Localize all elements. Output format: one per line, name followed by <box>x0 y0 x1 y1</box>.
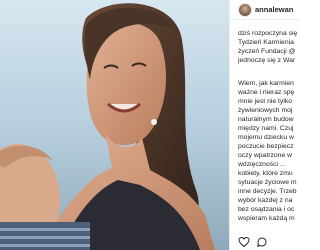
caption-line: oczy wpatrzone w <box>238 152 293 159</box>
caption-line: bez osądzania i oc <box>238 206 295 213</box>
post-actions <box>230 236 300 250</box>
caption-line: wdzięczności ... <box>238 161 286 168</box>
caption-line: ważne i nieraz spę <box>238 89 295 96</box>
caption-line: inne decyzje. Trzeb <box>238 188 297 195</box>
avatar[interactable] <box>238 3 252 17</box>
caption-line: Wiem, jak karmien <box>238 80 294 87</box>
post-side-panel: annalewan dziś rozpoczyna się Tydzień Ka… <box>229 0 300 250</box>
heart-icon[interactable] <box>238 236 250 248</box>
caption-line: wybór każdej z na <box>238 197 293 204</box>
caption-line: jednoczę się z War <box>238 57 296 64</box>
caption-line: dziś rozpoczyna się <box>238 30 298 37</box>
caption-line: mojemu dziecku w <box>238 134 294 141</box>
caption-line: żywieniowych moj <box>238 107 293 114</box>
caption-line: między nami. Czuj <box>238 125 294 132</box>
caption-line: mnie jest nie tylko <box>238 98 293 105</box>
caption-line: naturalnym budow <box>238 116 294 123</box>
photo-illustration <box>0 0 229 250</box>
username-link[interactable]: annalewan <box>255 5 293 14</box>
caption-line: wspieram każdą m <box>238 215 295 222</box>
comment-icon[interactable] <box>256 236 268 248</box>
post-header: annalewan <box>230 0 300 20</box>
caption-line: sytuacje życiowe m <box>238 179 297 186</box>
caption-line: Tydzień Karmienia <box>238 39 294 46</box>
caption-line: kobiety, które zmu <box>238 170 293 177</box>
caption-line: poczucie bezpiecz <box>238 143 294 150</box>
caption-line: życzeń Fundacji @ <box>238 48 296 55</box>
post-photo <box>0 0 229 250</box>
